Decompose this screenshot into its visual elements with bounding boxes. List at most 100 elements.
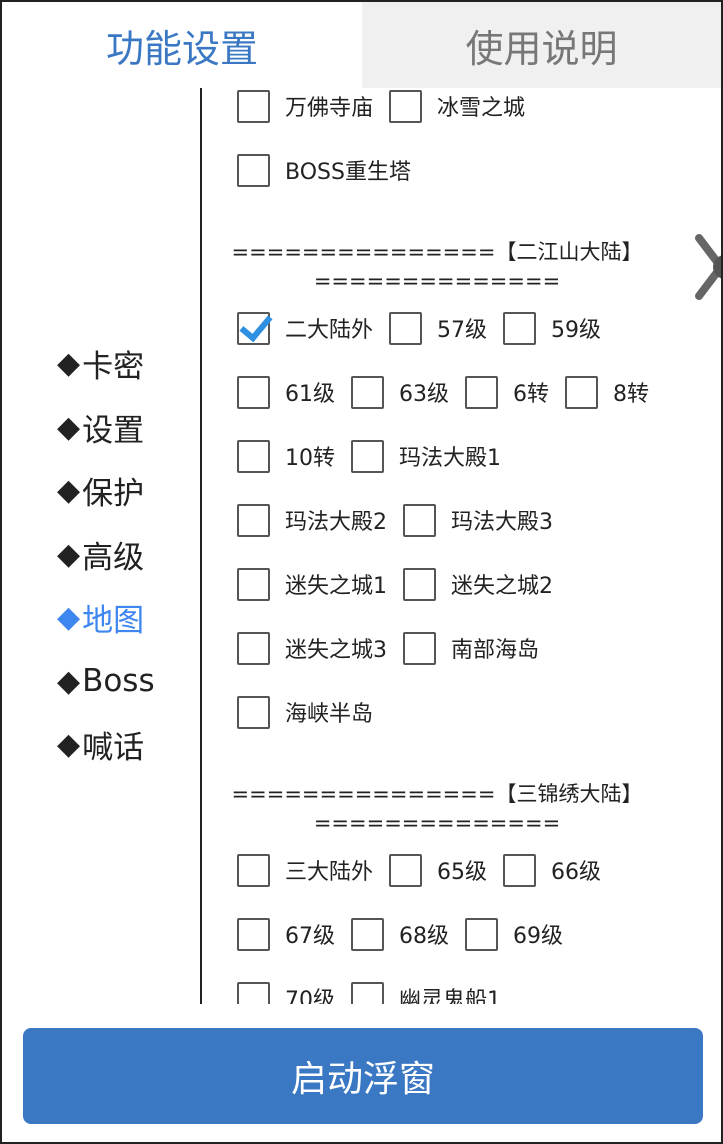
- sidebar-item-settings[interactable]: ◆ 设置: [57, 396, 197, 460]
- section-heading-line: ==============: [313, 269, 561, 293]
- checkbox-label: 迷失之城3: [285, 638, 387, 663]
- checkbox[interactable]: [237, 89, 270, 123]
- checkbox-label: 6转: [513, 382, 549, 407]
- checkbox[interactable]: [237, 631, 270, 665]
- checkbox[interactable]: [237, 917, 270, 951]
- section-heading-line: ==============: [313, 811, 561, 835]
- checkbox-label: 玛法大殿3: [451, 510, 553, 535]
- checkbox-row: BOSS重生塔: [237, 150, 427, 190]
- diamond-icon: ◆: [57, 727, 81, 763]
- checkbox-label: 66级: [551, 860, 602, 885]
- sidebar-item-card-key[interactable]: ◆ 卡密: [57, 332, 197, 396]
- checkbox-label: 68级: [399, 924, 449, 949]
- checkbox[interactable]: [403, 567, 436, 601]
- map-checkbox-item[interactable]: 海峡半岛: [237, 695, 373, 729]
- map-checkbox-item[interactable]: 66级: [503, 853, 602, 887]
- checkbox[interactable]: [351, 375, 384, 409]
- map-checkbox-item[interactable]: 65级: [389, 853, 488, 887]
- checkbox[interactable]: [237, 567, 270, 601]
- checkbox-row: 三大陆外 65级 66级: [237, 850, 617, 890]
- map-checkbox-item[interactable]: 61级: [237, 375, 335, 409]
- map-checkbox-item[interactable]: 69级: [465, 917, 563, 951]
- map-checkbox-item[interactable]: 南部海岛: [403, 631, 540, 665]
- map-checkbox-item[interactable]: 玛法大殿2: [237, 503, 387, 537]
- checkbox[interactable]: [465, 917, 498, 951]
- sidebar-item-advanced[interactable]: ◆ 高级: [57, 523, 197, 587]
- map-checkbox-item[interactable]: 57级: [389, 311, 487, 345]
- checkbox[interactable]: [351, 981, 384, 1004]
- map-checkbox-item[interactable]: 迷失之城1: [237, 567, 387, 601]
- map-checkbox-item[interactable]: 二大陆外: [237, 311, 373, 345]
- checkbox-row: 迷失之城3 南部海岛: [237, 628, 555, 668]
- section-heading-line: ===============【二江山大陆】: [231, 240, 643, 264]
- map-list-panel[interactable]: 万佛寺庙 冰雪之城 BOSS重生塔 ===============【二江山大陆】…: [202, 88, 682, 1004]
- checkbox[interactable]: [565, 375, 598, 409]
- checkbox[interactable]: [237, 981, 270, 1004]
- checkbox[interactable]: [237, 853, 270, 887]
- checkbox-row: 二大陆外 57级 59级: [237, 308, 617, 348]
- collapse-arrow-icon[interactable]: [695, 232, 723, 302]
- sidebar-item-boss[interactable]: ◆ Boss: [57, 650, 197, 714]
- map-checkbox-item[interactable]: 万佛寺庙: [237, 89, 374, 123]
- checkbox-label: 南部海岛: [451, 638, 540, 663]
- checkbox-label: 59级: [551, 318, 602, 343]
- checkbox-label: 65级: [437, 860, 488, 885]
- checkbox-label: BOSS重生塔: [285, 160, 411, 185]
- map-checkbox-item[interactable]: 68级: [351, 917, 449, 951]
- map-checkbox-item[interactable]: 10转: [237, 439, 335, 473]
- map-checkbox-item[interactable]: BOSS重生塔: [237, 153, 411, 187]
- checkbox[interactable]: [237, 375, 270, 409]
- map-checkbox-item[interactable]: 迷失之城2: [403, 567, 553, 601]
- sidebar-nav: ◆ 卡密 ◆ 设置 ◆ 保护 ◆ 高级 ◆ 地图 ◆ Boss ◆ 喊话: [57, 332, 197, 777]
- diamond-icon: ◆: [57, 409, 81, 445]
- map-checkbox-item[interactable]: 6转: [465, 375, 549, 409]
- checkbox[interactable]: [237, 695, 270, 729]
- launch-floating-window-button[interactable]: 启动浮窗: [23, 1028, 703, 1124]
- sidebar-item-shout[interactable]: ◆ 喊话: [57, 713, 197, 777]
- map-checkbox-item[interactable]: 冰雪之城: [389, 89, 526, 123]
- checkbox[interactable]: [389, 311, 423, 345]
- checkbox-row: 67级 68级 69级: [237, 914, 579, 954]
- sidebar-item-label: 喊话: [82, 730, 145, 767]
- checkbox[interactable]: [389, 89, 423, 123]
- map-checkbox-item[interactable]: 63级: [351, 375, 449, 409]
- checkbox[interactable]: [351, 439, 384, 473]
- checkbox[interactable]: [403, 503, 436, 537]
- checkbox-row: 61级 63级 6转 8转: [237, 372, 665, 412]
- checkbox-label: 冰雪之城: [437, 96, 526, 121]
- map-checkbox-item[interactable]: 59级: [503, 311, 602, 345]
- map-checkbox-item[interactable]: 三大陆外: [237, 853, 374, 887]
- checkbox-checked[interactable]: [237, 311, 270, 345]
- sidebar-item-map[interactable]: ◆ 地图: [57, 586, 197, 650]
- checkbox[interactable]: [237, 503, 270, 537]
- tab-function-settings[interactable]: 功能设置: [2, 2, 362, 88]
- checkbox[interactable]: [237, 153, 270, 187]
- checkbox[interactable]: [403, 631, 436, 665]
- diamond-icon: ◆: [57, 536, 81, 572]
- checkbox[interactable]: [237, 439, 270, 473]
- checkbox[interactable]: [389, 853, 423, 887]
- tab-bar: 功能设置 使用说明: [2, 2, 721, 88]
- checkbox-label: 三大陆外: [285, 860, 374, 885]
- map-checkbox-item[interactable]: 迷失之城3: [237, 631, 387, 665]
- section-heading-second-continent: ===============【二江山大陆】 ==============: [202, 238, 672, 296]
- sidebar-item-protect[interactable]: ◆ 保护: [57, 459, 197, 523]
- checkbox-label: 万佛寺庙: [285, 96, 374, 121]
- sidebar-item-label: 保护: [82, 476, 145, 513]
- map-checkbox-item[interactable]: 玛法大殿1: [351, 439, 501, 473]
- map-checkbox-item[interactable]: 8转: [565, 375, 649, 409]
- checkbox[interactable]: [503, 311, 537, 345]
- map-checkbox-item[interactable]: 玛法大殿3: [403, 503, 553, 537]
- map-checkbox-item[interactable]: 幽灵鬼船1: [351, 981, 501, 1004]
- checkbox[interactable]: [465, 375, 498, 409]
- checkbox-row: 海峡半岛: [237, 692, 389, 732]
- checkbox-label: 迷失之城1: [285, 574, 387, 599]
- checkbox-row: 10转 玛法大殿1: [237, 436, 517, 476]
- checkbox-row: 万佛寺庙 冰雪之城: [237, 88, 541, 126]
- map-checkbox-item[interactable]: 70级: [237, 981, 335, 1004]
- map-checkbox-item[interactable]: 67级: [237, 917, 335, 951]
- tab-usage-instructions[interactable]: 使用说明: [362, 2, 721, 88]
- checkbox[interactable]: [351, 917, 384, 951]
- checkbox-label: 8转: [613, 382, 649, 407]
- checkbox[interactable]: [503, 853, 537, 887]
